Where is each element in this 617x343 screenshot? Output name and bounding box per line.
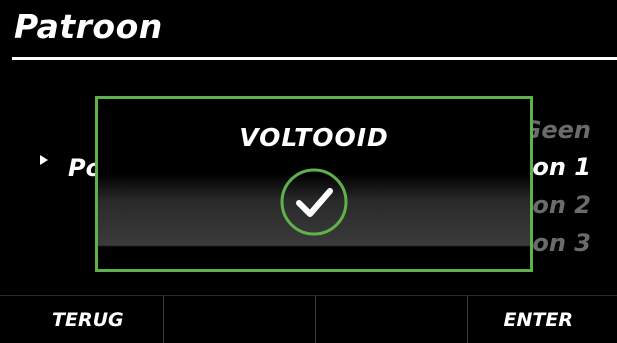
enter-softkey[interactable]: ENTER <box>467 296 617 343</box>
list-item-right[interactable]: on 3 <box>532 229 591 257</box>
softkey-bar: TERUG ENTER <box>0 295 617 343</box>
softkey-2[interactable] <box>163 296 315 343</box>
header-divider <box>12 57 617 60</box>
selection-pointer-icon <box>40 155 48 165</box>
display-screen: Patroon Po Geen on 1 on 2 on 3 VOLTOOID … <box>0 0 617 343</box>
softkey-3[interactable] <box>315 296 467 343</box>
back-softkey[interactable]: TERUG <box>0 296 152 343</box>
completion-dialog: VOLTOOID <box>95 96 533 272</box>
list-item-right[interactable]: on 2 <box>532 191 591 219</box>
check-circle-icon <box>280 168 348 236</box>
page-title: Patroon <box>14 7 163 46</box>
list-item-right-selected[interactable]: on 1 <box>532 153 591 181</box>
header: Patroon <box>0 0 617 60</box>
dialog-title: VOLTOOID <box>239 123 389 152</box>
